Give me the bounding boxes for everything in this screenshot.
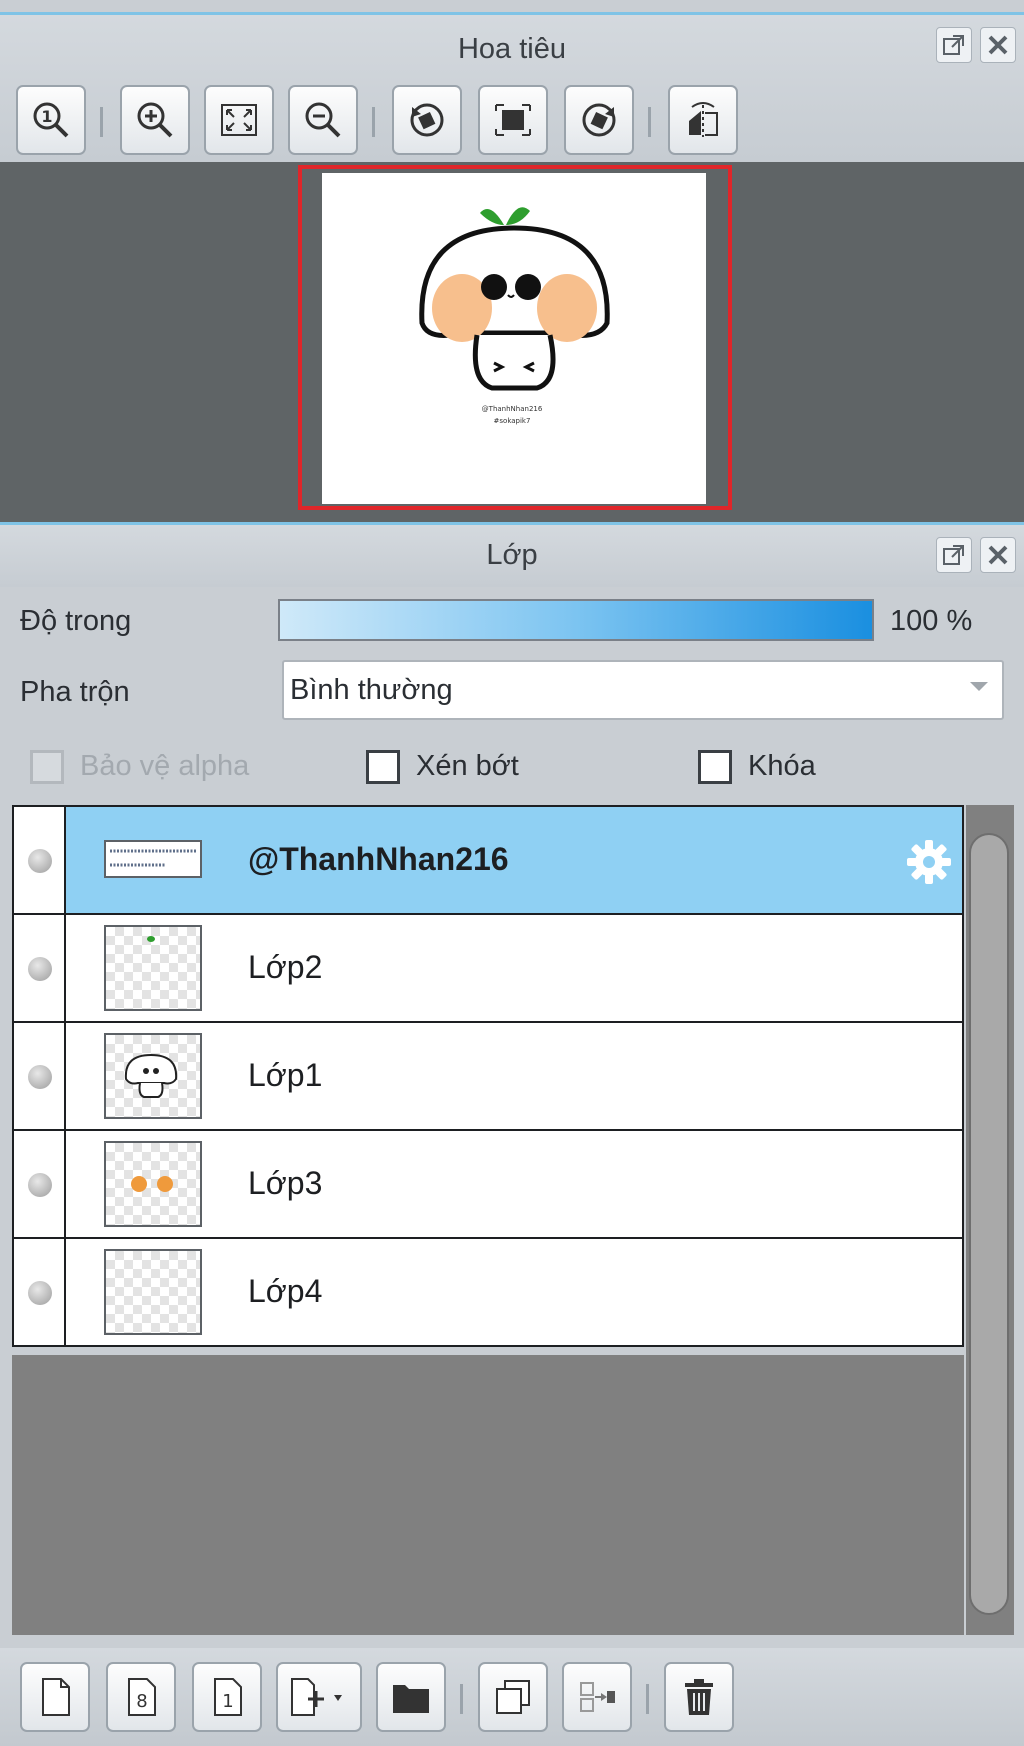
svg-text:1: 1 — [41, 107, 52, 126]
canvas-watermark-line2: #sokapik7 — [494, 417, 531, 425]
layer-visibility-toggle[interactable] — [14, 915, 66, 1021]
layer-8bit-icon: 8 — [128, 1678, 156, 1716]
navigator-panel: Hoa tiêu 1 @ThanhNhan216 #sokapik7 — [0, 0, 1024, 522]
new-layer-button[interactable] — [20, 1662, 90, 1732]
protect-alpha-label: Bảo vệ alpha — [80, 750, 250, 782]
merge-icon — [580, 1682, 615, 1712]
close-icon[interactable] — [980, 27, 1016, 63]
zoom-1-icon: 1 — [33, 102, 69, 138]
zoom-out-button[interactable] — [288, 85, 358, 155]
layer-list-empty-area — [12, 1355, 964, 1635]
layer-thumbnail — [104, 1141, 202, 1227]
add-layer-icon — [291, 1678, 342, 1716]
duplicate-icon — [496, 1680, 530, 1714]
visibility-dot-icon — [28, 957, 52, 981]
opacity-slider-fill — [280, 601, 872, 639]
layer-panel: Lớp Độ trong 100 % Pha trộn Bình thường … — [0, 522, 1024, 1746]
zoom-out-icon — [305, 102, 341, 138]
navigator-canvas-thumbnail: @ThanhNhan216 #sokapik7 — [322, 173, 706, 504]
rotate-right-icon — [582, 103, 616, 137]
new-folder-button[interactable] — [376, 1662, 446, 1732]
delete-layer-button[interactable] — [664, 1662, 734, 1732]
new-1bit-layer-button[interactable]: 1 — [192, 1662, 262, 1732]
mushroom-drawing: @ThanhNhan216 #sokapik7 — [419, 207, 610, 425]
zoom-in-button[interactable] — [120, 85, 190, 155]
trash-icon — [685, 1679, 713, 1715]
layer-visibility-toggle[interactable] — [14, 807, 66, 913]
layer-visibility-toggle[interactable] — [14, 1023, 66, 1129]
visibility-dot-icon — [28, 1065, 52, 1089]
opacity-value: 100 % — [890, 605, 973, 637]
canvas-watermark-line1: @ThanhNhan216 — [482, 405, 543, 413]
fit-to-window-button[interactable] — [204, 85, 274, 155]
rotate-right-button[interactable] — [564, 85, 634, 155]
layer-name: Lớp3 — [248, 1165, 323, 1201]
rotate-left-button[interactable] — [392, 85, 462, 155]
reset-rotation-button[interactable] — [478, 85, 548, 155]
add-layer-dropdown-button[interactable] — [276, 1662, 362, 1732]
reset-view-icon — [495, 104, 531, 136]
lock-checkbox[interactable] — [698, 750, 732, 784]
chevron-down-icon — [970, 682, 988, 691]
navigator-viewport-frame[interactable]: @ThanhNhan216 #sokapik7 — [298, 165, 732, 510]
zoom-in-icon — [137, 102, 173, 138]
duplicate-layer-button[interactable] — [478, 1662, 548, 1732]
layer-name: Lớp4 — [248, 1273, 323, 1309]
fit-window-icon — [221, 104, 257, 136]
blend-mode-value: Bình thường — [290, 674, 453, 706]
layer-row[interactable]: Lớp4 — [12, 1237, 964, 1347]
new-8bit-layer-button[interactable]: 8 — [106, 1662, 176, 1732]
popout-icon[interactable] — [936, 537, 972, 573]
layer-name: @ThanhNhan216 — [248, 841, 509, 877]
rotate-left-icon — [410, 103, 444, 137]
svg-text:8: 8 — [136, 1691, 147, 1712]
clipping-checkbox[interactable] — [366, 750, 400, 784]
layer-list-scrollbar[interactable] — [966, 805, 1014, 1635]
popout-icon[interactable] — [936, 27, 972, 63]
layer-row[interactable]: Lớp1 — [12, 1021, 964, 1131]
layer-thumbnail — [104, 925, 202, 1011]
close-icon[interactable] — [980, 537, 1016, 573]
blend-mode-select[interactable]: Bình thường — [282, 660, 1004, 720]
folder-icon — [393, 1685, 429, 1713]
layer-row[interactable]: Lớp3 — [12, 1129, 964, 1239]
visibility-dot-icon — [28, 1173, 52, 1197]
layer-visibility-toggle[interactable] — [14, 1239, 66, 1345]
layer-1bit-icon: 1 — [214, 1678, 242, 1716]
zoom-actual-size-button[interactable]: 1 — [16, 85, 86, 155]
visibility-dot-icon — [28, 1281, 52, 1305]
navigator-header: Hoa tiêu 1 — [0, 12, 1024, 162]
layer-panel-header: Lớp — [0, 522, 1024, 587]
blend-mode-label: Pha trộn — [20, 676, 130, 708]
opacity-label: Độ trong — [20, 605, 132, 637]
svg-text:1: 1 — [222, 1691, 233, 1712]
gear-icon[interactable] — [904, 837, 954, 887]
scrollbar-thumb[interactable] — [969, 833, 1009, 1615]
layer-name: Lớp2 — [248, 949, 323, 985]
merge-down-button[interactable] — [562, 1662, 632, 1732]
navigator-title: Hoa tiêu — [457, 33, 566, 65]
layer-thumbnail — [104, 840, 202, 878]
new-page-icon — [42, 1678, 70, 1716]
flip-horizontal-button[interactable] — [668, 85, 738, 155]
layer-visibility-toggle[interactable] — [14, 1131, 66, 1237]
visibility-dot-icon — [28, 849, 52, 873]
lock-label: Khóa — [748, 750, 816, 782]
protect-alpha-checkbox[interactable] — [30, 750, 64, 784]
layer-name: Lớp1 — [248, 1057, 323, 1093]
layer-row[interactable]: Lớp2 — [12, 913, 964, 1023]
opacity-slider[interactable] — [278, 599, 874, 641]
layer-toolbar: 8 1 — [0, 1648, 1024, 1746]
clipping-label: Xén bớt — [416, 750, 519, 782]
flip-horizontal-icon — [689, 102, 718, 137]
layer-thumbnail — [104, 1249, 202, 1335]
layer-thumbnail — [104, 1033, 202, 1119]
layer-row[interactable]: @ThanhNhan216 — [12, 805, 964, 915]
layer-panel-title: Lớp — [486, 539, 538, 571]
